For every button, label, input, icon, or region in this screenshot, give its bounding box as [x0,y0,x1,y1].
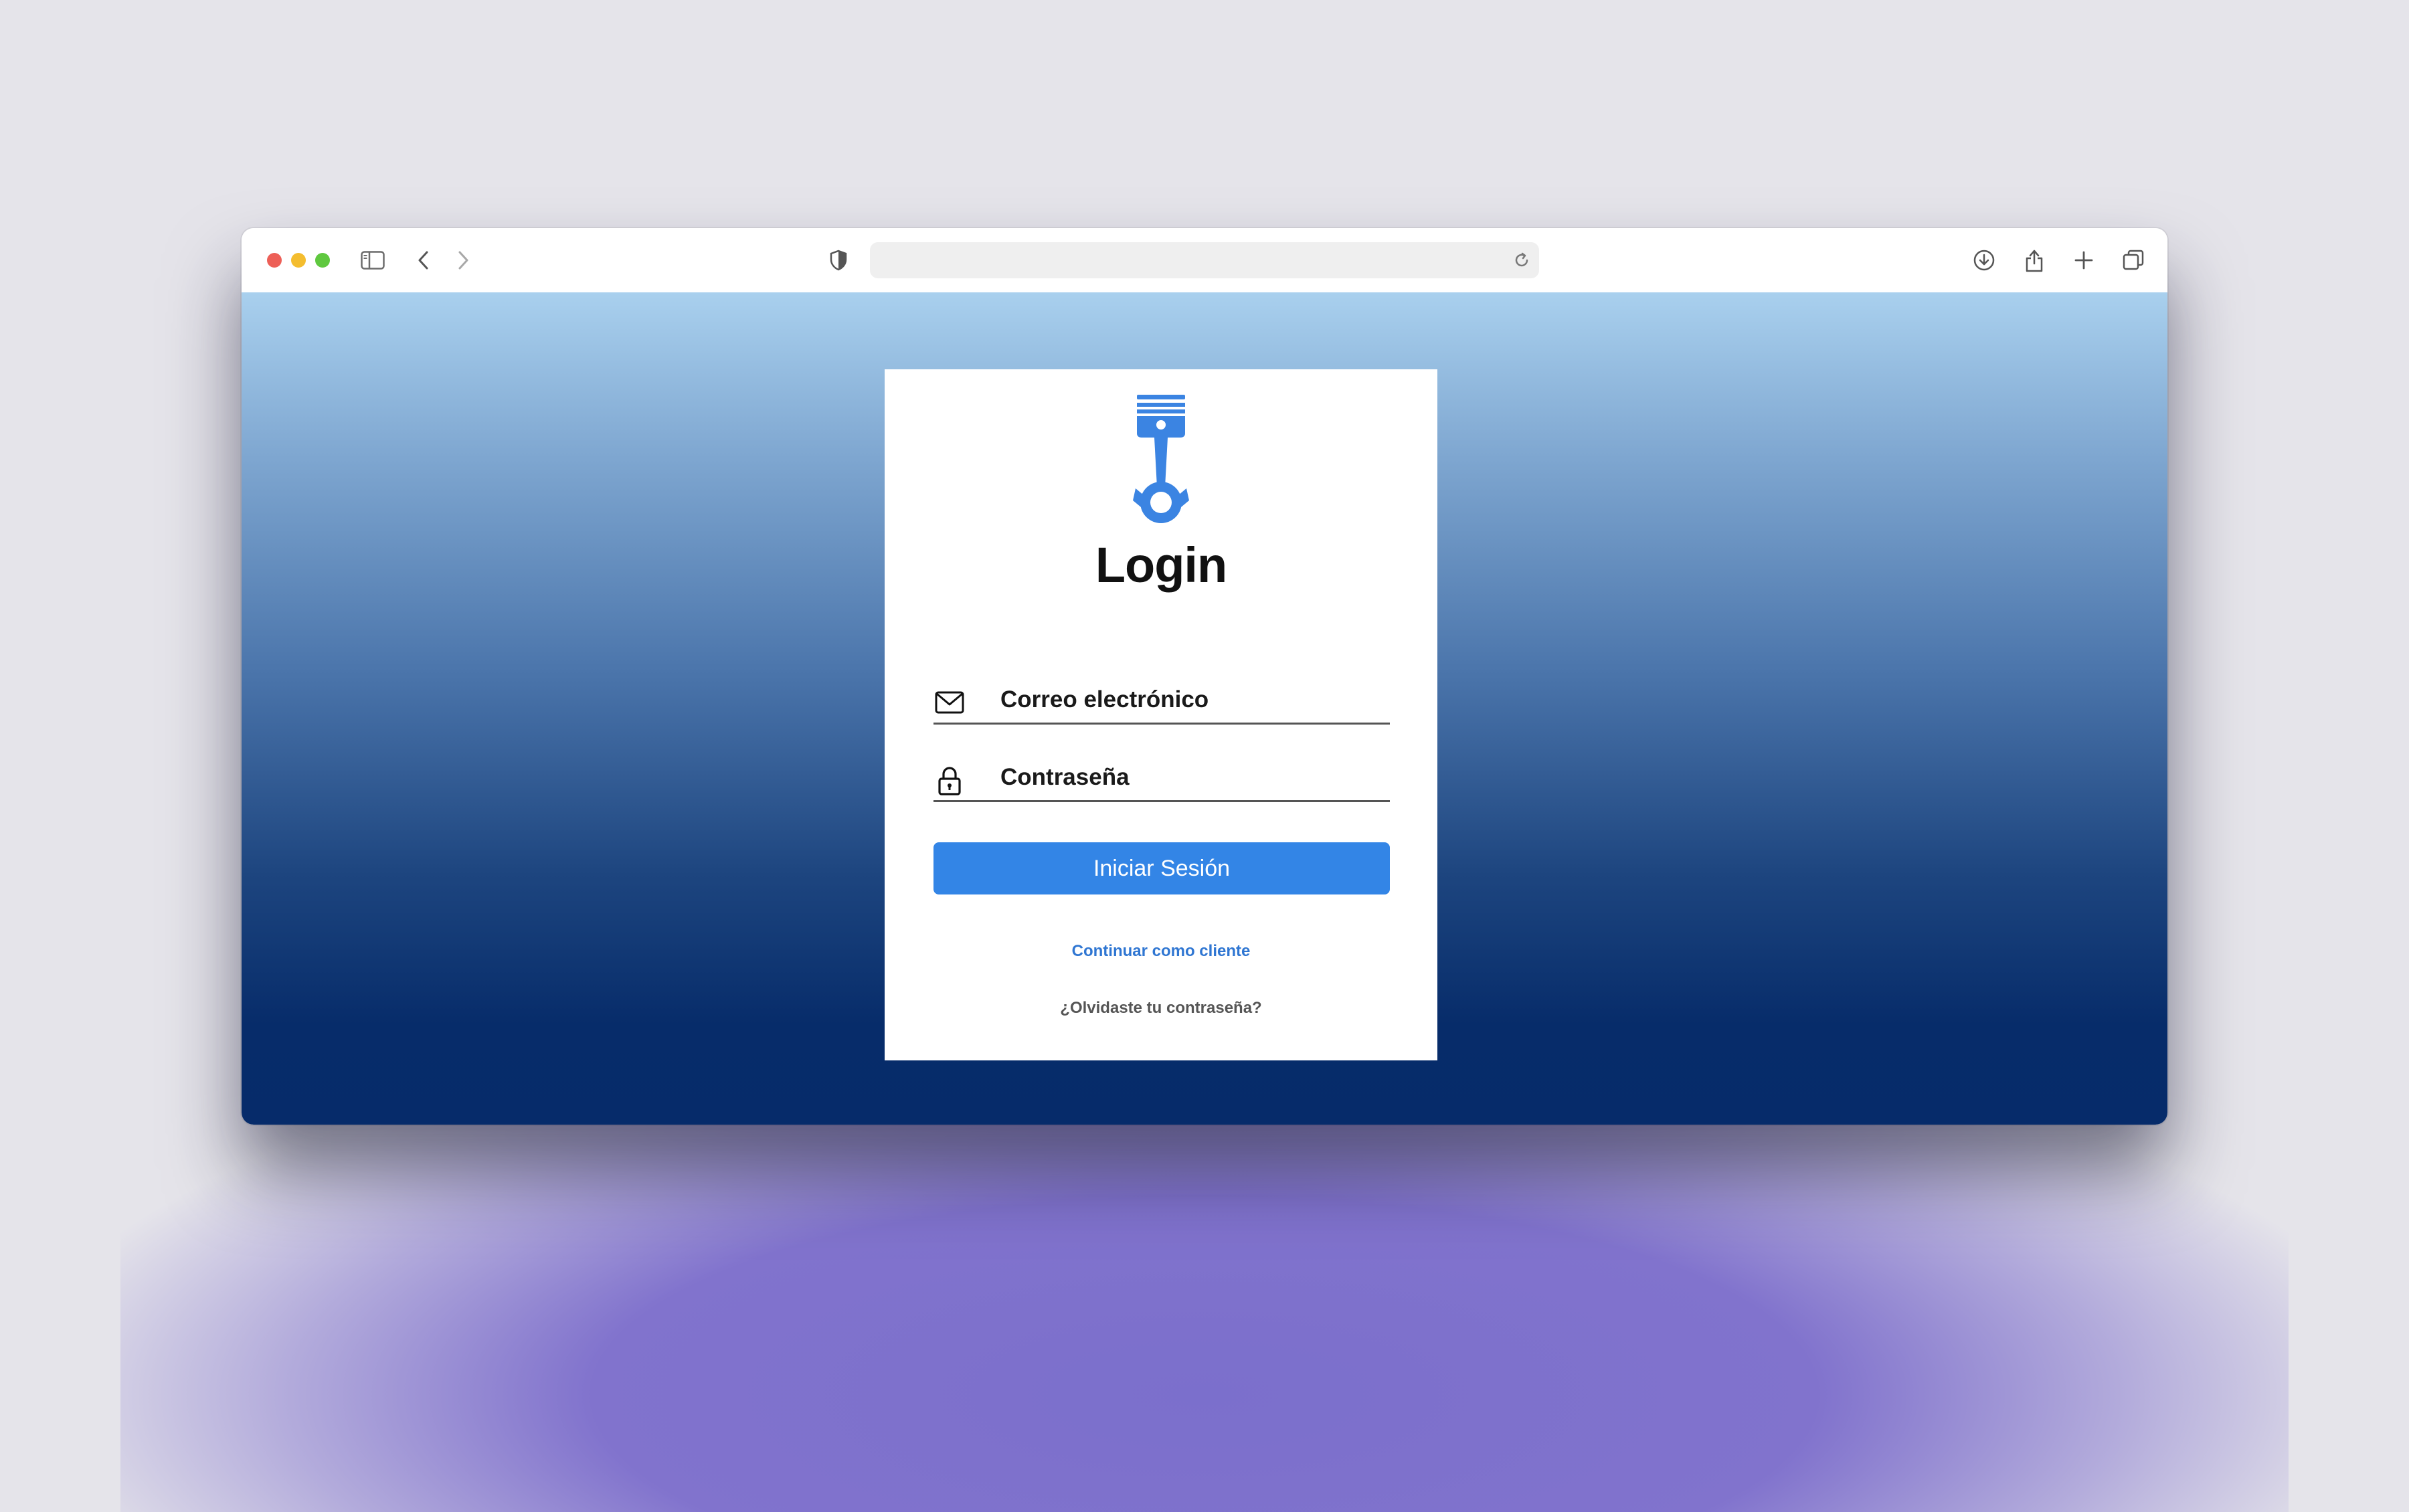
zoom-window-button[interactable] [315,253,330,268]
forgot-password-link[interactable]: ¿Olvidaste tu contraseña? [885,999,1437,1018]
share-icon[interactable] [2020,246,2049,275]
login-card: Login Correo electrónico Contraseña Inic… [885,369,1437,1060]
forward-icon[interactable] [448,246,478,275]
password-field-label: Contraseña [1000,764,1130,790]
shield-icon[interactable] [824,246,853,275]
page-title: Login [1095,537,1227,593]
continue-as-guest-link[interactable]: Continuar como cliente [885,942,1437,961]
mail-icon [933,686,966,719]
back-icon[interactable] [409,246,438,275]
password-field[interactable]: Contraseña [933,760,1390,802]
minimize-window-button[interactable] [291,253,306,268]
lock-icon [933,764,966,796]
email-field-label: Correo electrónico [1000,686,1209,713]
browser-toolbar [242,228,2167,293]
reload-icon[interactable] [1511,250,1532,271]
new-tab-icon[interactable] [2069,246,2099,275]
page-content: Login Correo electrónico Contraseña Inic… [242,292,2167,1125]
piston-icon [1128,395,1194,525]
address-bar[interactable] [870,242,1539,278]
sidebar-icon[interactable] [358,246,387,275]
email-field[interactable]: Correo electrónico [933,682,1390,725]
browser-window: Login Correo electrónico Contraseña Inic… [242,228,2167,1125]
tabs-overview-icon[interactable] [2119,246,2148,275]
login-button[interactable]: Iniciar Sesión [933,842,1390,894]
close-window-button[interactable] [267,253,282,268]
download-icon[interactable] [1969,246,1999,275]
